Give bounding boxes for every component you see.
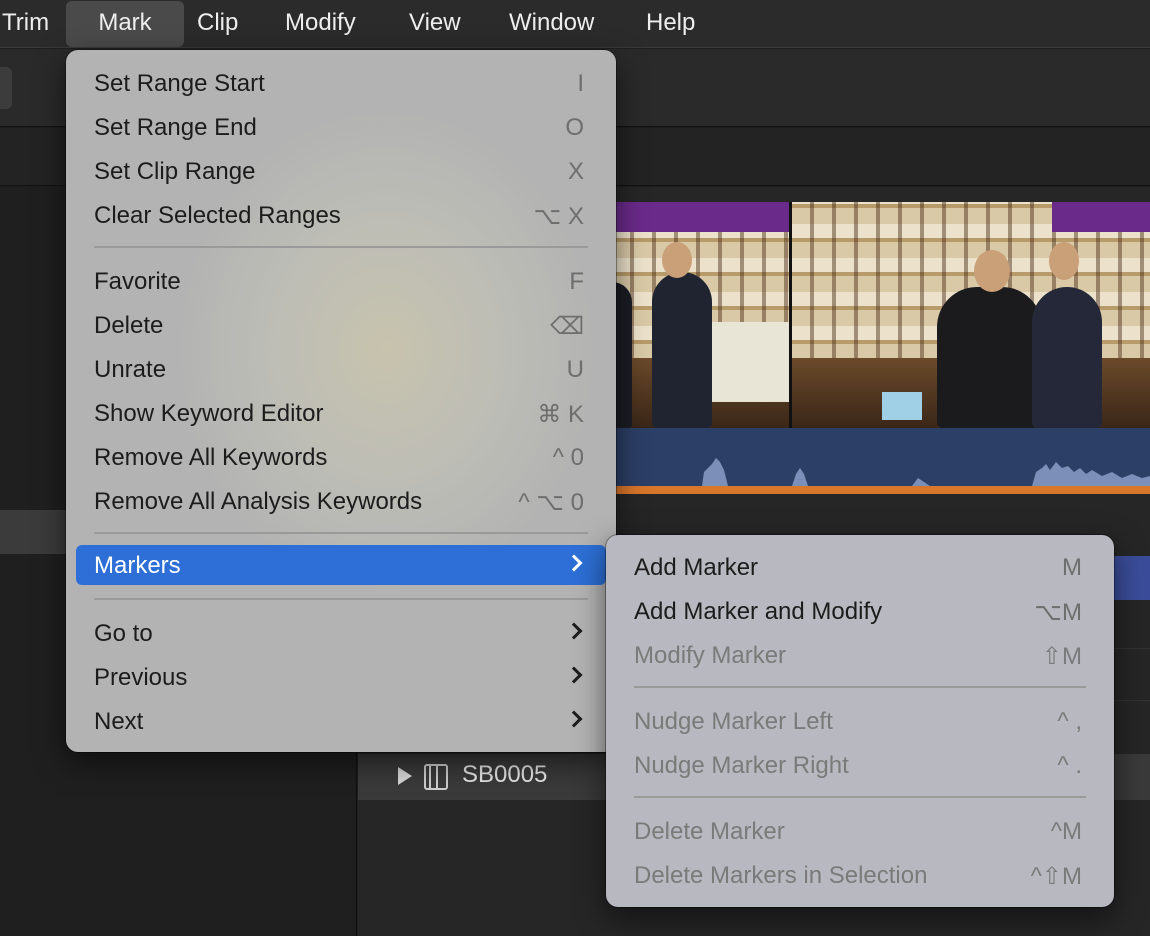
menu-item-next[interactable]: Next bbox=[76, 701, 606, 741]
menu-item-previous[interactable]: Previous bbox=[76, 657, 606, 697]
chevron-right-icon bbox=[565, 666, 583, 684]
menu-item-shortcut: ⇧M bbox=[1041, 643, 1082, 670]
menu-item-set-range-start[interactable]: Set Range Start I bbox=[76, 63, 606, 103]
menu-item-label: Clear Selected Ranges bbox=[94, 202, 341, 229]
menu-item-label: Markers bbox=[94, 552, 181, 579]
filmstrip-thumbnail bbox=[612, 202, 789, 428]
menubar-item-window[interactable]: Window bbox=[509, 0, 619, 46]
menu-item-shortcut: M bbox=[1062, 554, 1082, 581]
menu-item-shortcut: ^ ⌥ 0 bbox=[518, 489, 584, 516]
menu-item-label: Next bbox=[94, 708, 144, 735]
menu-item-unrate[interactable]: Unrate U bbox=[76, 349, 606, 389]
menubar-item-view[interactable]: View bbox=[409, 0, 479, 46]
menu-separator bbox=[94, 246, 588, 248]
menu-item-label: Delete Marker bbox=[634, 818, 785, 845]
menu-item-shortcut: I bbox=[577, 70, 584, 97]
menu-item-label: Previous bbox=[94, 664, 188, 691]
menu-item-label: Add Marker bbox=[634, 554, 759, 581]
menu-item-set-range-end[interactable]: Set Range End O bbox=[76, 107, 606, 147]
menu-item-label: Unrate bbox=[94, 356, 167, 383]
menu-item-modify-marker: Modify Marker ⇧M bbox=[616, 635, 1104, 675]
menu-item-shortcut: ^M bbox=[1050, 818, 1082, 845]
delete-key-icon: ⌫ bbox=[550, 313, 584, 340]
menu-item-show-keyword-editor[interactable]: Show Keyword Editor ⌘ K bbox=[76, 393, 606, 433]
menu-item-label: Delete Markers in Selection bbox=[634, 862, 928, 889]
menu-item-set-clip-range[interactable]: Set Clip Range X bbox=[76, 151, 606, 191]
browser-selected-row[interactable] bbox=[1110, 556, 1150, 600]
menu-item-label: Nudge Marker Right bbox=[634, 752, 849, 779]
menu-item-shortcut: O bbox=[565, 114, 584, 141]
menu-separator bbox=[634, 686, 1086, 688]
menu-item-nudge-marker-left: Nudge Marker Left ^ , bbox=[616, 701, 1104, 741]
menu-item-label: Show Keyword Editor bbox=[94, 400, 324, 427]
menu-item-label: Favorite bbox=[94, 268, 181, 295]
menu-item-shortcut: ^⇧M bbox=[1030, 863, 1082, 890]
menu-item-label: Remove All Analysis Keywords bbox=[94, 488, 423, 515]
mark-menu: Set Range Start I Set Range End O Set Cl… bbox=[66, 50, 616, 752]
menu-item-delete-markers-in-selection: Delete Markers in Selection ^⇧M bbox=[616, 855, 1104, 895]
menu-separator bbox=[94, 598, 588, 600]
menu-item-delete-marker: Delete Marker ^M bbox=[616, 811, 1104, 851]
menu-item-shortcut: ⌥M bbox=[1034, 599, 1082, 626]
menu-item-shortcut: ⌘ K bbox=[537, 401, 584, 428]
menu-item-shortcut: ^ . bbox=[1057, 752, 1082, 779]
menu-separator bbox=[634, 796, 1086, 798]
menu-item-shortcut: U bbox=[566, 356, 584, 383]
menu-item-shortcut: ⌥ X bbox=[533, 203, 584, 230]
selected-range-indicator bbox=[612, 486, 1150, 494]
clip-filmstrip[interactable] bbox=[612, 202, 1150, 494]
menu-item-shortcut: F bbox=[569, 268, 584, 295]
menubar-item-help[interactable]: Help bbox=[646, 0, 716, 46]
menu-item-delete[interactable]: Delete ⌫ bbox=[76, 305, 606, 345]
menu-item-label: Set Clip Range bbox=[94, 158, 256, 185]
menu-item-label: Go to bbox=[94, 620, 153, 647]
menubar: Trim Mark Clip Modify View Window Help bbox=[0, 0, 1150, 48]
menu-item-shortcut: ^ , bbox=[1057, 708, 1082, 735]
clip-name: SB0005 bbox=[462, 761, 548, 788]
menu-item-label: Set Range Start bbox=[94, 70, 265, 97]
menu-item-clear-selected-ranges[interactable]: Clear Selected Ranges ⌥ X bbox=[76, 195, 606, 235]
menu-item-go-to[interactable]: Go to bbox=[76, 613, 606, 653]
menu-item-label: Add Marker and Modify bbox=[634, 598, 883, 625]
menubar-item-modify[interactable]: Modify bbox=[285, 0, 385, 46]
filmstrip-thumbnail bbox=[792, 202, 1150, 428]
menu-item-label: Nudge Marker Left bbox=[634, 708, 833, 735]
sidebar-selected-row[interactable] bbox=[0, 510, 70, 554]
disclosure-triangle-icon[interactable] bbox=[398, 767, 412, 785]
menu-item-remove-all-analysis-keywords[interactable]: Remove All Analysis Keywords ^ ⌥ 0 bbox=[76, 481, 606, 521]
menu-separator bbox=[94, 532, 588, 534]
menubar-item-trim[interactable]: Trim bbox=[0, 0, 60, 46]
menu-item-remove-all-keywords[interactable]: Remove All Keywords ^ 0 bbox=[76, 437, 606, 477]
menubar-item-clip[interactable]: Clip bbox=[197, 0, 257, 46]
menu-item-label: Remove All Keywords bbox=[94, 444, 328, 471]
audio-waveform bbox=[612, 428, 1150, 486]
menubar-item-mark[interactable]: Mark bbox=[66, 1, 184, 47]
menu-item-add-marker[interactable]: Add Marker M bbox=[616, 547, 1104, 587]
menu-item-label: Delete bbox=[94, 312, 164, 339]
toolbar-button[interactable] bbox=[0, 67, 12, 109]
menu-item-favorite[interactable]: Favorite F bbox=[76, 261, 606, 301]
markers-submenu: Add Marker M Add Marker and Modify ⌥M Mo… bbox=[606, 535, 1114, 907]
menu-item-shortcut: X bbox=[567, 158, 584, 185]
menu-item-shortcut: ^ 0 bbox=[552, 444, 584, 471]
menu-item-label: Set Range End bbox=[94, 114, 257, 141]
menu-item-nudge-marker-right: Nudge Marker Right ^ . bbox=[616, 745, 1104, 785]
chevron-right-icon bbox=[565, 710, 583, 728]
menu-item-label: Modify Marker bbox=[634, 642, 787, 669]
chevron-right-icon bbox=[565, 554, 583, 572]
menu-item-add-marker-and-modify[interactable]: Add Marker and Modify ⌥M bbox=[616, 591, 1104, 631]
menu-item-markers[interactable]: Markers bbox=[76, 545, 606, 585]
film-clip-icon bbox=[424, 764, 448, 790]
chevron-right-icon bbox=[565, 622, 583, 640]
